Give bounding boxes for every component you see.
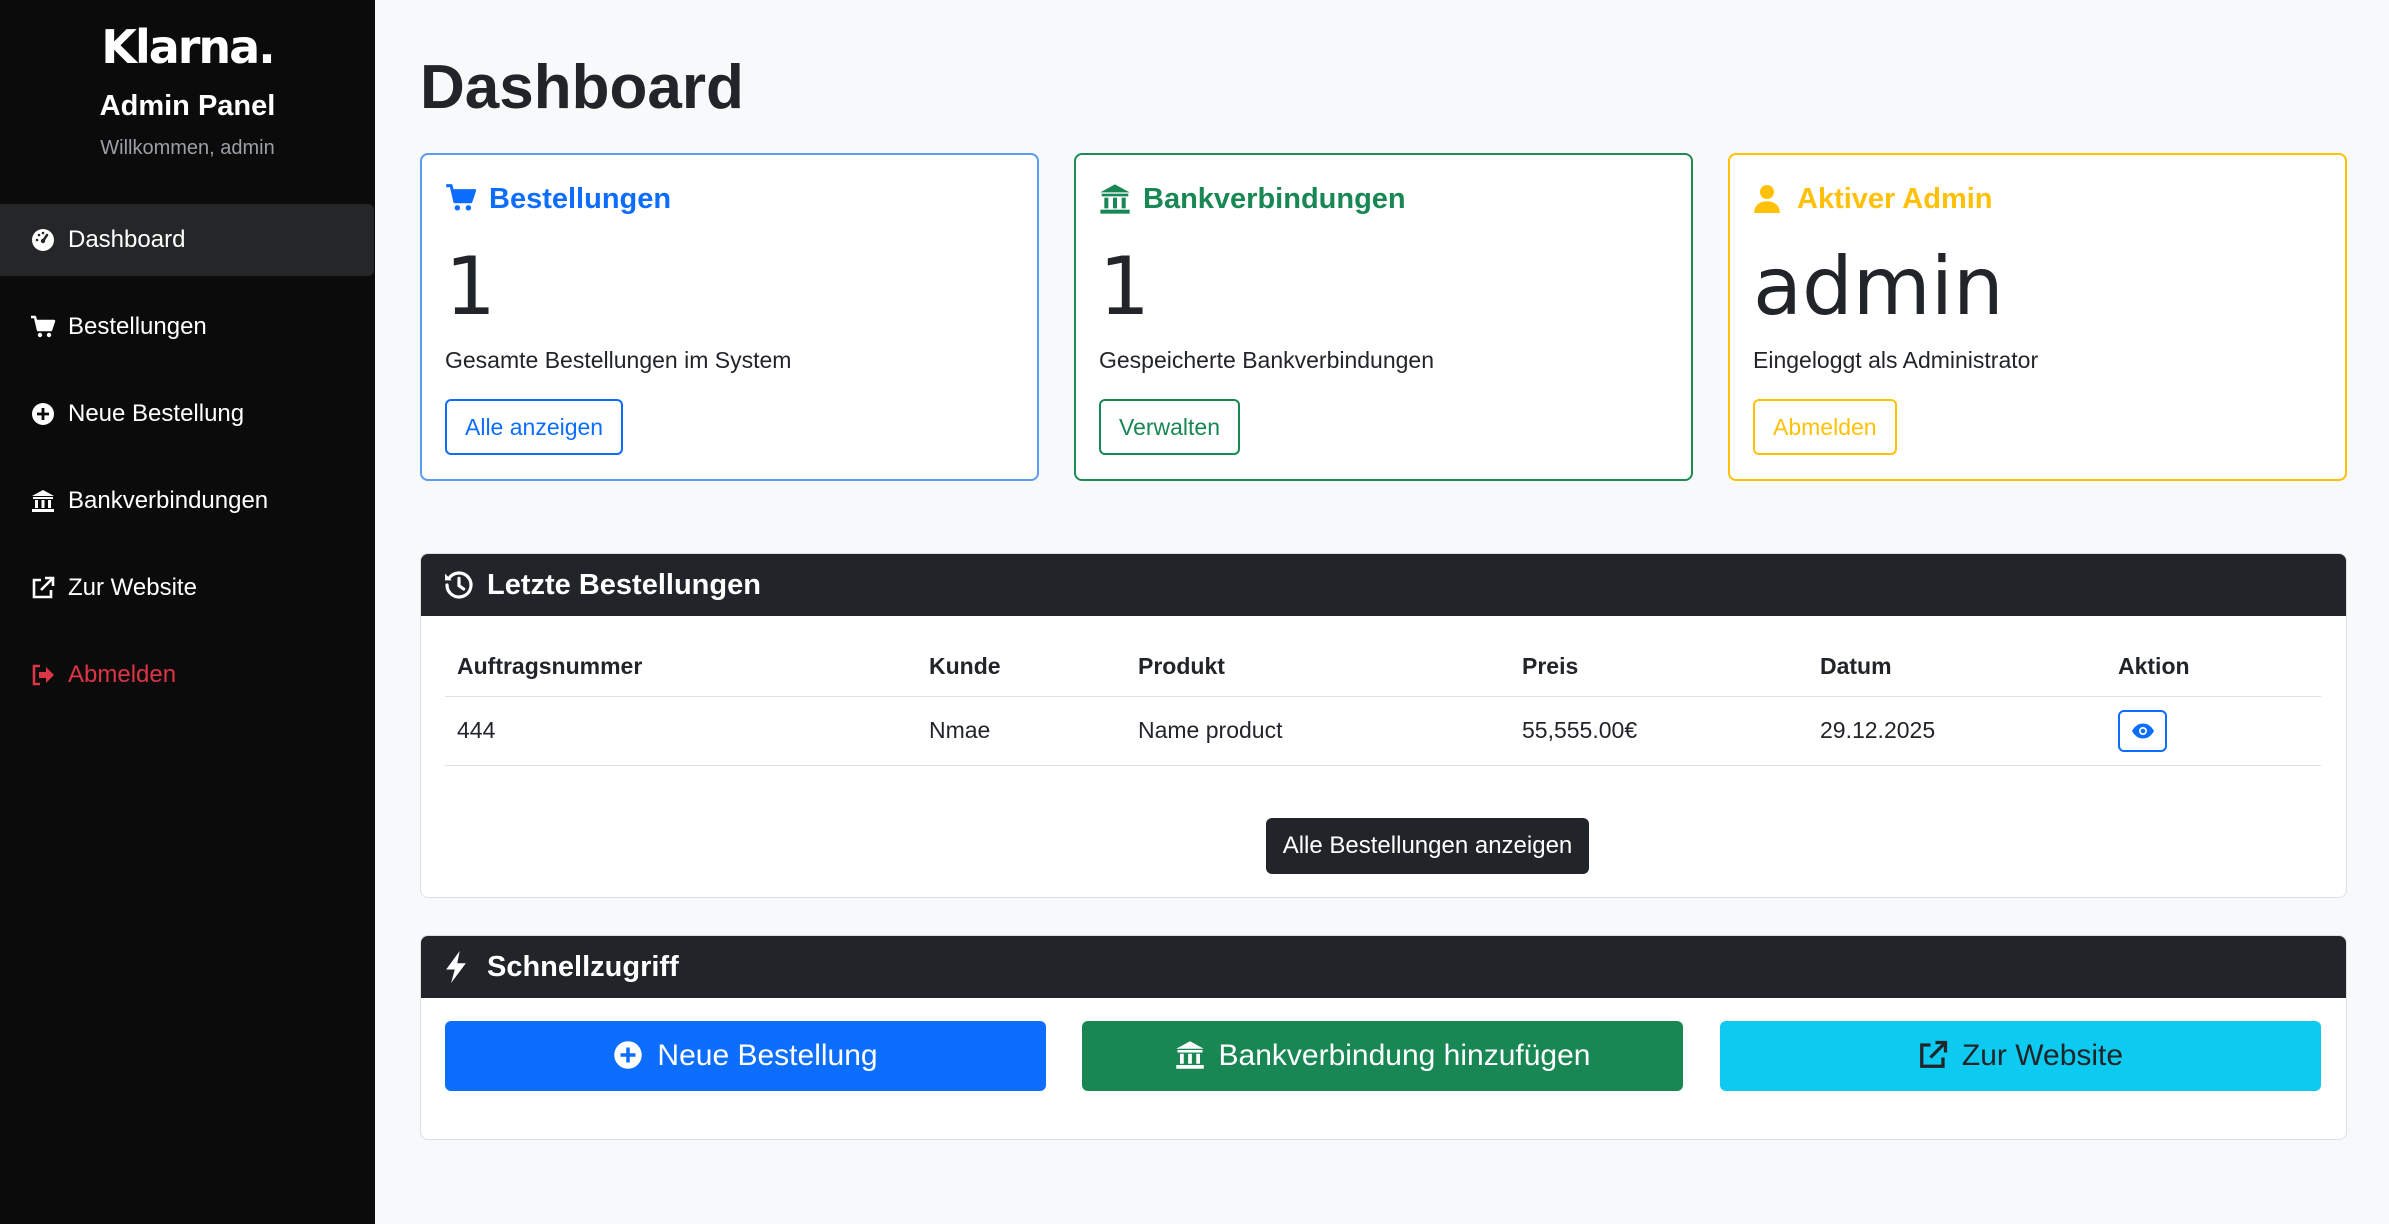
cart-icon	[30, 314, 56, 340]
orders-card-text: Gesamte Bestellungen im System	[445, 347, 792, 373]
external-link-icon	[30, 575, 56, 601]
banks-card-title: Bankverbindungen	[1099, 177, 1668, 221]
column-header: Datum	[1808, 638, 2106, 697]
admin-card-title: Aktiver Admin	[1753, 177, 2322, 221]
bolt-icon	[443, 951, 475, 983]
sidebar-nav: Dashboard Bestellungen Neue Bestellung B…	[0, 204, 375, 711]
add-bank-button[interactable]: Bankverbindung hinzufügen	[1082, 1021, 1683, 1091]
order-number: 444	[445, 696, 917, 766]
klarna-logo: Klarna.	[101, 20, 275, 74]
view-order-button[interactable]	[2118, 709, 2167, 752]
panel-title: Letzte Bestellungen	[487, 568, 761, 601]
show-all-orders-dark-button[interactable]: Alle Bestellungen anzeigen	[1266, 818, 1589, 874]
button-label: Zur Website	[1961, 1039, 2124, 1072]
card-title-text: Bestellungen	[489, 182, 672, 215]
sidebar-item-label: Dashboard	[68, 226, 186, 253]
sidebar-item-label: Zur Website	[68, 574, 197, 601]
show-all-orders-button[interactable]: Alle anzeigen	[445, 399, 624, 455]
logout-button[interactable]: Abmelden	[1753, 399, 1897, 455]
main-content: Dashboard Bestellungen 1 Gesamte Bestell…	[375, 0, 2389, 1224]
orders-card: Bestellungen 1 Gesamte Bestellungen im S…	[420, 153, 1039, 481]
welcome-text: Willkommen, admin	[100, 137, 275, 159]
table-header-row: Auftragsnummer Kunde Produkt Preis Datum…	[445, 638, 2321, 697]
recent-orders-header: Letzte Bestellungen	[421, 554, 2346, 616]
cart-icon	[445, 183, 477, 215]
sidebar: Klarna. Admin Panel Willkommen, admin Da…	[0, 0, 375, 1224]
banks-count: 1	[1099, 240, 1150, 333]
product: Name product	[1126, 696, 1510, 766]
button-label: Neue Bestellung	[657, 1039, 878, 1072]
user-icon	[1753, 183, 1785, 215]
logout-icon	[30, 662, 56, 688]
column-header: Produkt	[1126, 638, 1510, 697]
sidebar-item-label: Abmelden	[68, 661, 177, 688]
button-label: Bankverbindung hinzufügen	[1218, 1039, 1591, 1072]
page-title: Dashboard	[420, 53, 744, 122]
sidebar-item-neue-bestellung[interactable]: Neue Bestellung	[0, 378, 374, 450]
column-header: Auftragsnummer	[445, 638, 917, 697]
card-title-text: Bankverbindungen	[1143, 182, 1406, 215]
quick-access-panel: Schnellzugriff Neue Bestellung Bankverbi…	[420, 935, 2347, 1140]
plus-circle-icon	[30, 401, 56, 427]
sidebar-item-label: Bestellungen	[68, 313, 207, 340]
sidebar-item-dashboard[interactable]: Dashboard	[0, 204, 374, 276]
external-link-icon	[1918, 1040, 1950, 1072]
sidebar-item-bankverbindungen[interactable]: Bankverbindungen	[0, 465, 374, 537]
admin-card-text: Eingeloggt als Administrator	[1753, 347, 2039, 373]
date: 29.12.2025	[1808, 696, 2106, 766]
card-title-text: Aktiver Admin	[1797, 182, 1993, 215]
sidebar-item-bestellungen[interactable]: Bestellungen	[0, 291, 374, 363]
bank-icon	[1175, 1040, 1207, 1072]
recent-orders-panel: Letzte Bestellungen Auftragsnummer Kunde…	[420, 553, 2347, 898]
new-order-button[interactable]: Neue Bestellung	[445, 1021, 1046, 1091]
orders-table: Auftragsnummer Kunde Produkt Preis Datum…	[445, 638, 2321, 766]
banks-card: Bankverbindungen 1 Gespeicherte Bankverb…	[1074, 153, 1693, 481]
column-header: Kunde	[917, 638, 1126, 697]
table-row: 444 Nmae Name product 55,555.00€ 29.12.2…	[445, 696, 2321, 766]
bank-icon	[30, 488, 56, 514]
admin-panel-title: Admin Panel	[99, 90, 276, 122]
action-cell	[2106, 696, 2321, 766]
customer: Nmae	[917, 696, 1126, 766]
sidebar-item-label: Neue Bestellung	[68, 400, 245, 427]
eye-icon	[2131, 723, 2154, 738]
sidebar-item-abmelden[interactable]: Abmelden	[0, 639, 374, 711]
quick-access-header: Schnellzugriff	[421, 936, 2346, 998]
banks-card-text: Gespeicherte Bankverbindungen	[1099, 347, 1435, 373]
website-button[interactable]: Zur Website	[1720, 1021, 2321, 1091]
price: 55,555.00€	[1510, 696, 1808, 766]
panel-title: Schnellzugriff	[487, 950, 679, 983]
history-icon	[443, 569, 475, 601]
brand: Klarna. Admin Panel Willkommen, admin	[0, 0, 375, 160]
plus-circle-icon	[613, 1040, 645, 1072]
orders-card-title: Bestellungen	[445, 177, 1014, 221]
column-header: Preis	[1510, 638, 1808, 697]
admin-name: admin	[1753, 240, 2004, 333]
sidebar-item-zur-website[interactable]: Zur Website	[0, 552, 374, 624]
gauge-icon	[30, 227, 56, 253]
column-header: Aktion	[2106, 638, 2321, 697]
sidebar-item-label: Bankverbindungen	[68, 487, 269, 514]
orders-count: 1	[445, 240, 496, 333]
bank-icon	[1099, 183, 1131, 215]
admin-card: Aktiver Admin admin Eingeloggt als Admin…	[1728, 153, 2347, 481]
manage-banks-button[interactable]: Verwalten	[1099, 399, 1241, 455]
